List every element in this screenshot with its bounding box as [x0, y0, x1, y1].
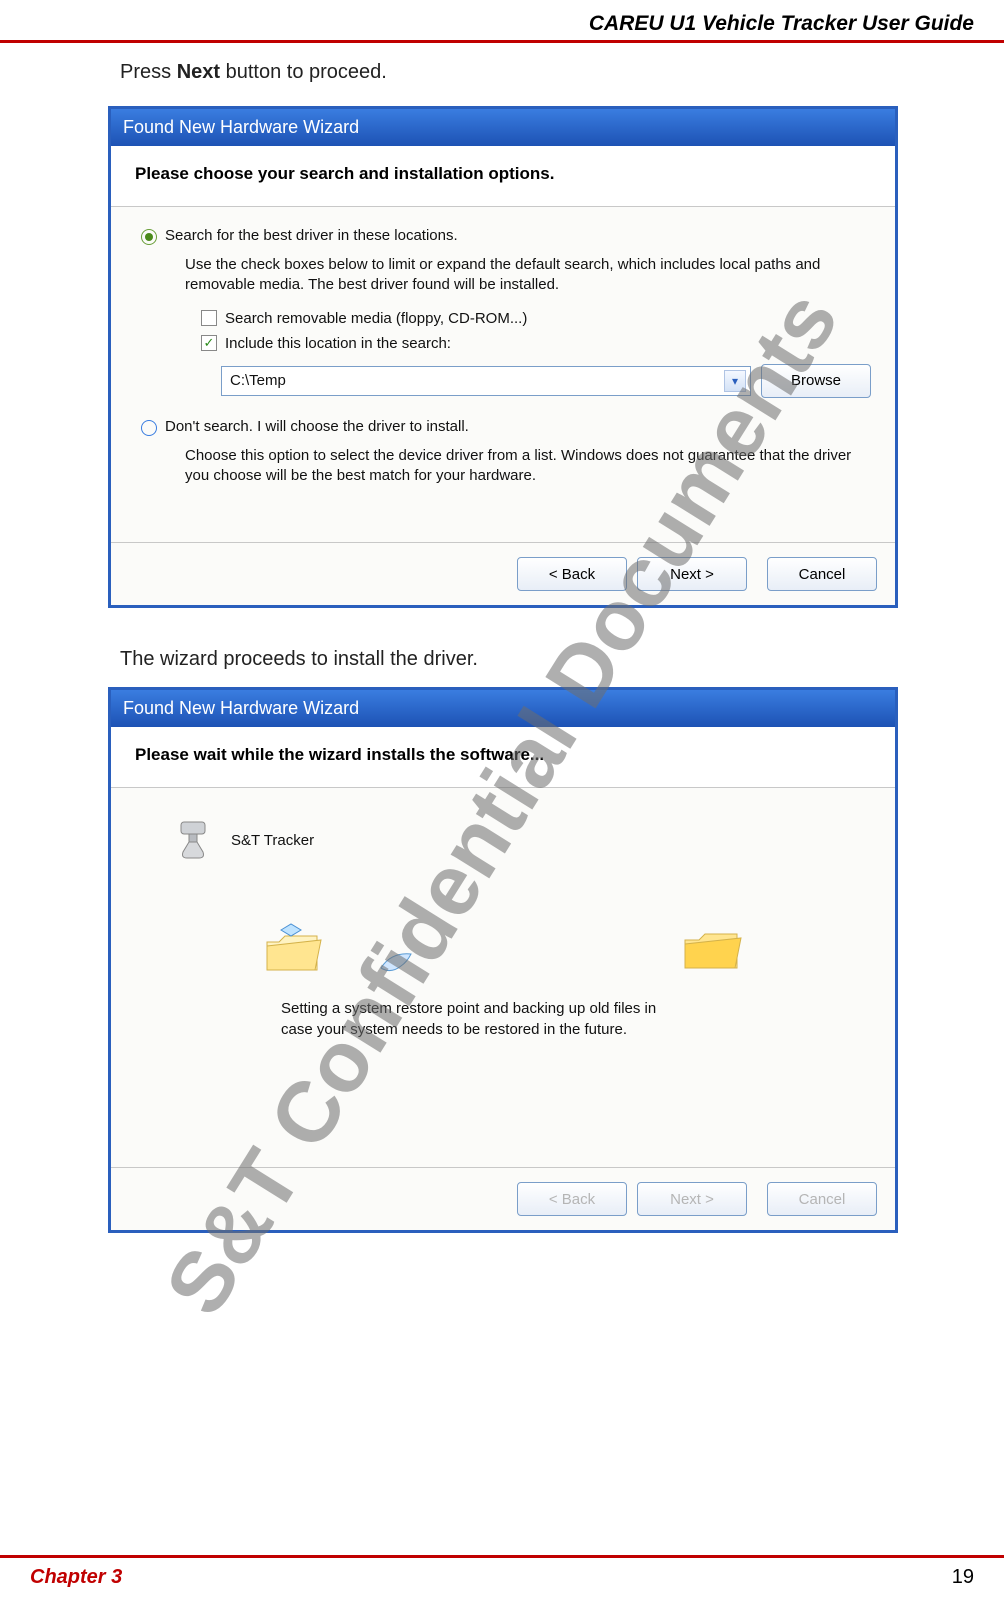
next-button-disabled: Next >	[637, 1182, 747, 1216]
radio-unselected-icon	[141, 420, 157, 436]
option-label: Search for the best driver in these loca…	[165, 227, 458, 244]
instruction-bold: Next	[177, 61, 220, 83]
folder-source-icon	[261, 922, 327, 978]
radio-selected-icon	[141, 229, 157, 245]
wizard-titlebar: Found New Hardware Wizard	[111, 109, 895, 146]
device-icon	[171, 818, 215, 862]
cancel-button-disabled: Cancel	[767, 1182, 877, 1216]
wizard-subtitle: Please wait while the wizard installs th…	[111, 727, 895, 788]
doc-header-title: CAREU U1 Vehicle Tracker User Guide	[589, 12, 974, 35]
option-label: Don't search. I will choose the driver t…	[165, 418, 469, 435]
instruction-suffix: button to proceed.	[220, 61, 387, 83]
option2-explain: Choose this option to select the device …	[141, 442, 871, 527]
wizard-titlebar: Found New Hardware Wizard	[111, 690, 895, 727]
checkbox-removable-media[interactable]: Search removable media (floppy, CD-ROM..…	[141, 306, 871, 331]
cancel-button[interactable]: Cancel	[767, 557, 877, 591]
option1-explain: Use the check boxes below to limit or ex…	[141, 251, 871, 306]
header-divider	[0, 40, 1004, 43]
checkbox-include-location[interactable]: ✓ Include this location in the search:	[141, 331, 871, 356]
instruction-text: Press	[120, 61, 177, 83]
browse-button[interactable]: Browse	[761, 364, 871, 398]
folder-dest-icon	[677, 922, 747, 978]
paper-flying-icon	[377, 948, 417, 978]
instruction-1: Press Next button to proceed.	[0, 61, 1004, 84]
progress-status-text: Setting a system restore point and backi…	[161, 998, 681, 1040]
wizard-2: Found New Hardware Wizard Please wait wh…	[108, 687, 898, 1233]
checkbox-label: Search removable media (floppy, CD-ROM..…	[225, 310, 527, 327]
checkbox-unchecked-icon	[201, 310, 217, 326]
checkbox-label: Include this location in the search:	[225, 335, 451, 352]
back-button[interactable]: < Back	[517, 557, 627, 591]
instruction-2: The wizard proceeds to install the drive…	[0, 648, 1004, 671]
option-search-best[interactable]: Search for the best driver in these loca…	[141, 227, 871, 245]
path-combobox[interactable]: C:\Temp ▾	[221, 366, 751, 396]
back-button-disabled: < Back	[517, 1182, 627, 1216]
device-name: S&T Tracker	[231, 832, 314, 849]
checkbox-checked-icon: ✓	[201, 335, 217, 351]
path-value: C:\Temp	[230, 372, 286, 389]
chapter-label: Chapter 3	[30, 1566, 122, 1589]
wizard-1: Found New Hardware Wizard Please choose …	[108, 106, 898, 608]
chevron-down-icon[interactable]: ▾	[724, 370, 746, 392]
option-dont-search[interactable]: Don't search. I will choose the driver t…	[141, 418, 871, 436]
next-button[interactable]: Next >	[637, 557, 747, 591]
wizard-subtitle: Please choose your search and installati…	[111, 146, 895, 207]
page-number: 19	[952, 1566, 974, 1589]
